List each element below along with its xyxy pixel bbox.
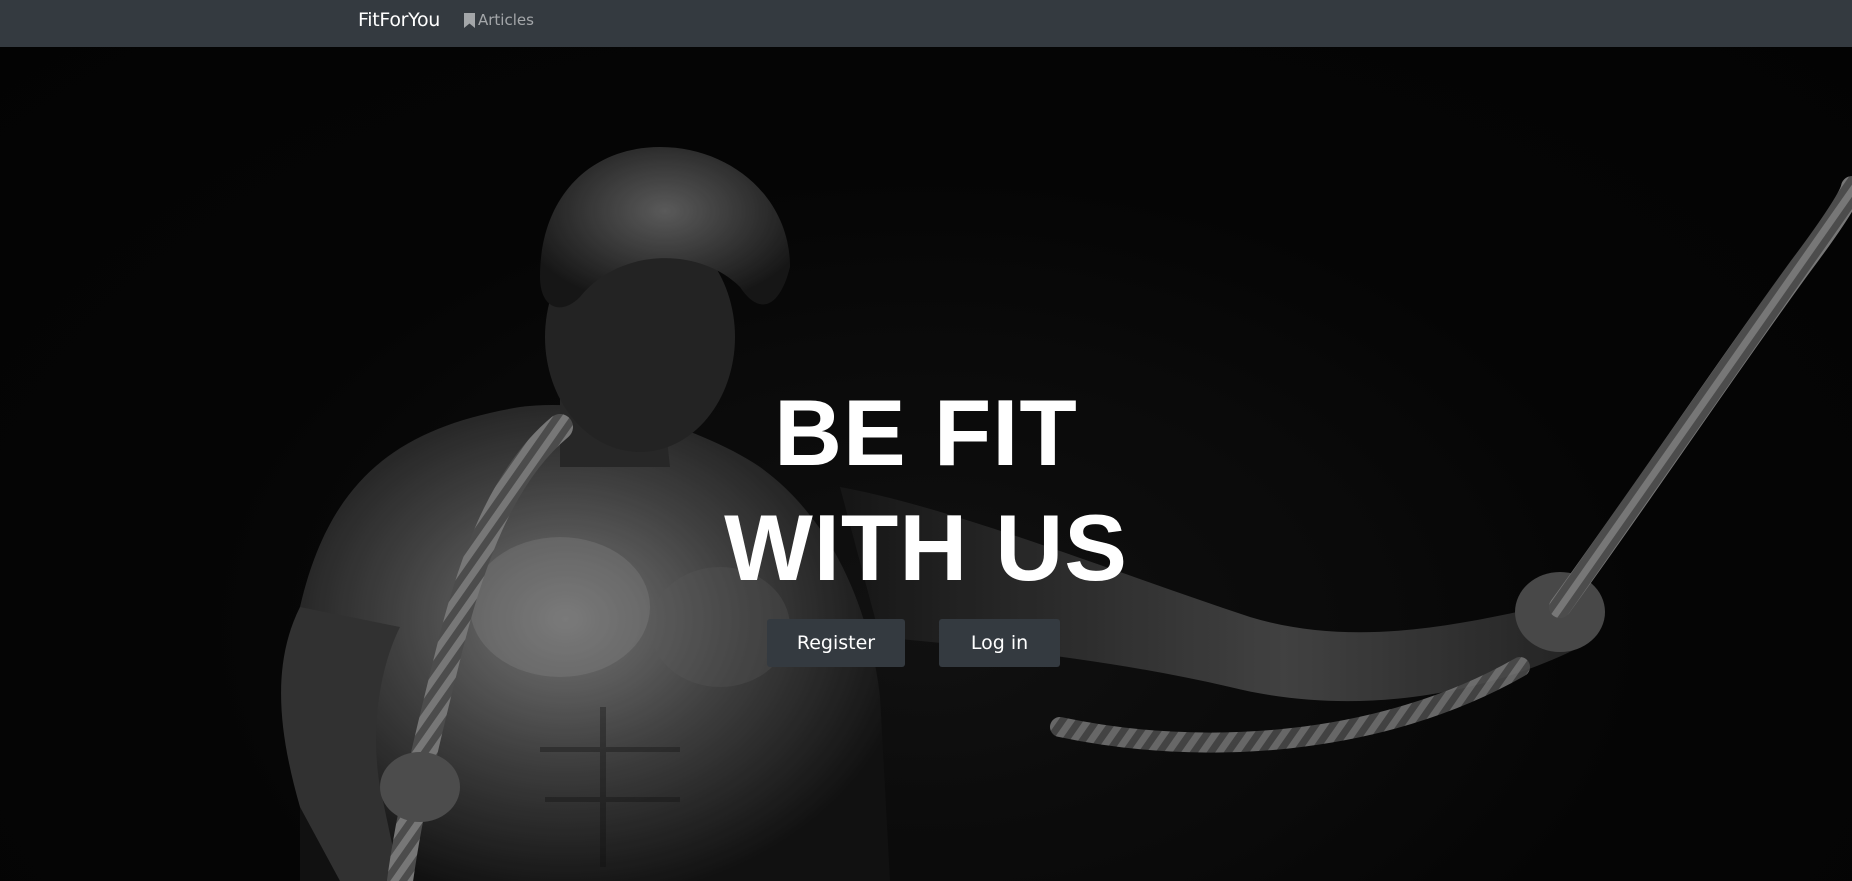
hero-headline-line2: WITH US — [724, 495, 1128, 600]
top-navbar: FitForYou Articles — [0, 0, 1852, 47]
login-button[interactable]: Log in — [939, 619, 1060, 667]
hero-headline-line1: BE FIT — [774, 380, 1078, 485]
nav-link-articles[interactable]: Articles — [464, 11, 534, 29]
nav-link-label: Articles — [478, 11, 534, 29]
brand-link[interactable]: FitForYou — [358, 9, 440, 31]
hero-section: BE FIT WITH US Register Log in — [0, 47, 1852, 881]
bookmark-icon — [464, 12, 475, 28]
register-button[interactable]: Register — [767, 619, 905, 667]
